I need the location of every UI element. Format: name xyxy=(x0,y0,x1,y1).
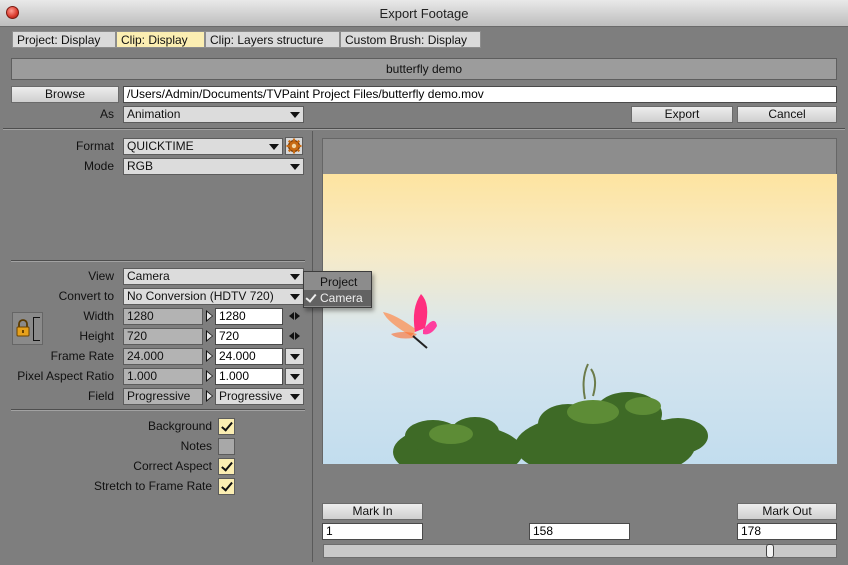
height-source-value: 720 xyxy=(123,328,203,345)
pixel-aspect-input[interactable]: 1.000 xyxy=(215,368,283,385)
field-select-value: Progressive xyxy=(219,389,283,403)
mark-in-input[interactable]: 1 xyxy=(322,523,423,540)
background-checkbox[interactable] xyxy=(218,418,235,435)
timeline-slider[interactable] xyxy=(323,544,837,558)
file-path-input[interactable]: /Users/Admin/Documents/TVPaint Project F… xyxy=(123,86,837,103)
background-label: Background xyxy=(147,419,212,433)
mode-label: Mode xyxy=(83,159,114,173)
arrow-right-icon xyxy=(206,350,213,362)
view-option-camera[interactable]: Camera xyxy=(304,290,371,306)
chevron-down-icon xyxy=(290,164,300,170)
format-select[interactable]: QUICKTIME xyxy=(123,138,283,155)
height-stepper[interactable] xyxy=(289,331,301,341)
chevron-down-icon xyxy=(269,144,279,150)
mark-in-button[interactable]: Mark In xyxy=(322,503,423,520)
as-select[interactable]: Animation xyxy=(123,106,304,123)
width-source-value: 1280 xyxy=(123,308,203,325)
arrow-right-icon xyxy=(206,310,213,322)
view-label: View xyxy=(88,269,114,283)
pixel-aspect-source-value: 1.000 xyxy=(123,368,203,385)
butterfly-scene xyxy=(383,294,708,464)
chevron-down-icon xyxy=(290,274,300,280)
view-select-value: Camera xyxy=(127,269,170,283)
notes-checkbox[interactable] xyxy=(218,438,235,455)
section-divider-2 xyxy=(11,409,305,411)
frame-rate-source-value: 24.000 xyxy=(123,348,203,365)
field-select[interactable]: Progressive xyxy=(215,388,304,405)
chevron-down-icon xyxy=(290,394,300,400)
view-dropdown-menu: Project Camera xyxy=(303,271,372,308)
mark-out-input[interactable]: 178 xyxy=(737,523,837,540)
view-select[interactable]: Camera xyxy=(123,268,304,285)
width-input[interactable]: 1280 xyxy=(215,308,283,325)
pixel-aspect-label: Pixel Aspect Ratio xyxy=(17,369,114,383)
pixel-aspect-dropdown[interactable] xyxy=(285,368,304,385)
width-stepper[interactable] xyxy=(289,311,301,321)
top-divider xyxy=(3,128,845,130)
arrow-right-icon xyxy=(206,330,213,342)
window-title: Export Footage xyxy=(379,6,469,21)
view-option-camera-label: Camera xyxy=(320,291,363,305)
mode-select[interactable]: RGB xyxy=(123,158,304,175)
chevron-down-icon xyxy=(290,294,300,300)
mode-select-value: RGB xyxy=(127,159,154,173)
checkmark-icon xyxy=(305,291,317,303)
field-label: Field xyxy=(87,389,114,403)
format-label: Format xyxy=(75,139,114,153)
format-select-value: QUICKTIME xyxy=(127,139,194,153)
as-select-value: Animation xyxy=(127,107,181,121)
stretch-frame-rate-label: Stretch to Frame Rate xyxy=(93,479,212,493)
current-frame-input[interactable]: 158 xyxy=(529,523,630,540)
frame-rate-label: Frame Rate xyxy=(50,349,114,363)
frame-rate-dropdown[interactable] xyxy=(285,348,304,365)
field-source-value: Progressive xyxy=(123,388,203,405)
cancel-button[interactable]: Cancel xyxy=(737,106,837,123)
arrow-right-icon xyxy=(206,370,213,382)
width-label: Width xyxy=(83,309,114,323)
browse-button[interactable]: Browse xyxy=(11,86,119,103)
correct-aspect-label: Correct Aspect xyxy=(133,459,212,473)
height-label: Height xyxy=(79,329,114,343)
height-input[interactable]: 720 xyxy=(215,328,283,345)
tab-project-display[interactable]: Project: Display xyxy=(12,31,116,48)
window-title-bar: Export Footage xyxy=(0,0,848,27)
preview-image xyxy=(323,174,837,464)
convert-label: Convert to xyxy=(58,289,114,303)
chevron-down-icon xyxy=(290,112,300,118)
chevron-down-icon xyxy=(290,354,300,360)
stretch-frame-rate-checkbox[interactable] xyxy=(218,478,235,495)
notes-label: Notes xyxy=(180,439,212,453)
export-button[interactable]: Export xyxy=(631,106,733,123)
settings-panel xyxy=(3,131,313,562)
gear-icon xyxy=(286,138,302,154)
tab-custom-brush-display[interactable]: Custom Brush: Display xyxy=(340,31,481,48)
convert-select[interactable]: No Conversion (HDTV 720) xyxy=(123,288,304,305)
chevron-down-icon xyxy=(290,374,300,380)
view-option-project[interactable]: Project xyxy=(304,274,371,290)
frame-rate-input[interactable]: 24.000 xyxy=(215,348,283,365)
as-label: As xyxy=(99,107,114,121)
section-divider-1 xyxy=(11,260,305,262)
timeline-slider-thumb[interactable] xyxy=(766,544,775,558)
tab-clip-display[interactable]: Clip: Display xyxy=(116,31,205,48)
arrow-right-icon xyxy=(206,390,213,402)
project-name-header: butterfly demo xyxy=(11,58,837,80)
correct-aspect-checkbox[interactable] xyxy=(218,458,235,475)
format-settings-button[interactable] xyxy=(285,137,303,155)
tab-clip-layers-structure[interactable]: Clip: Layers structure xyxy=(205,31,340,48)
mark-out-button[interactable]: Mark Out xyxy=(737,503,837,520)
convert-select-value: No Conversion (HDTV 720) xyxy=(127,289,274,303)
